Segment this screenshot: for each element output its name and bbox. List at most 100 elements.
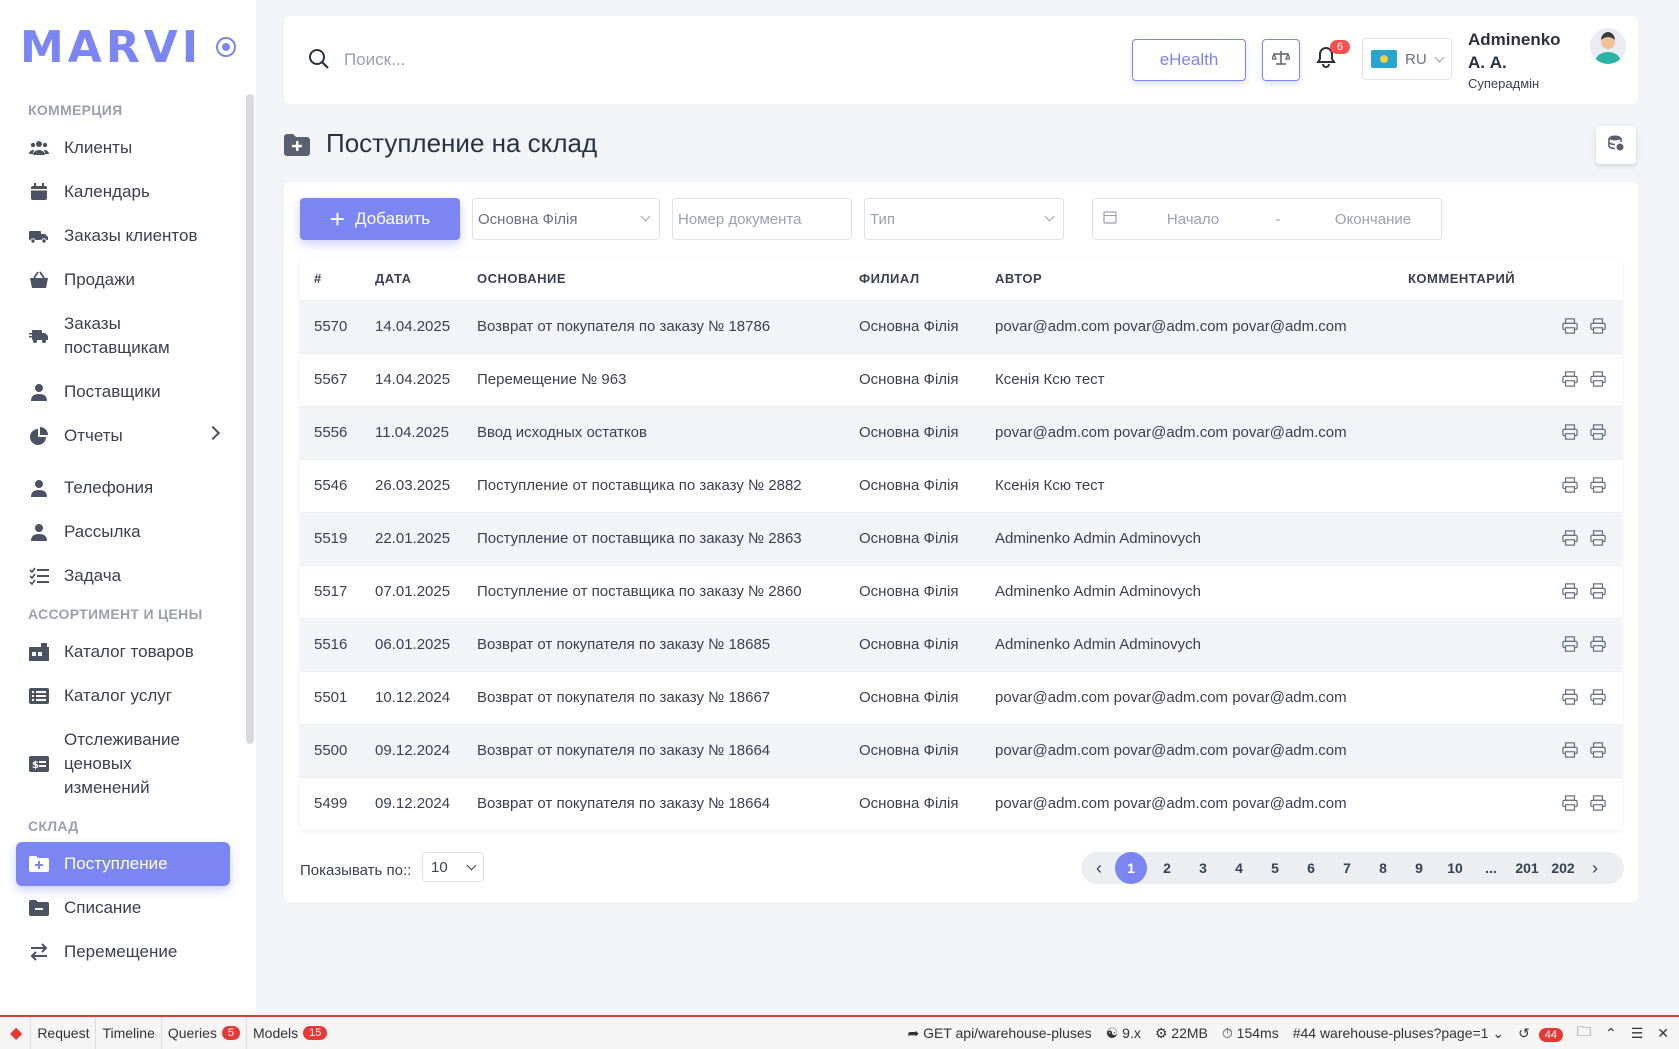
page-2[interactable]: 2 [1149, 852, 1185, 884]
print-icon[interactable] [1588, 529, 1606, 548]
calendar-icon [1103, 210, 1117, 228]
avatar[interactable] [1590, 28, 1626, 64]
type-select[interactable]: Тип [864, 198, 1064, 240]
sidebar-item-price-tracking[interactable]: $ Отслеживание ценовых изменений [0, 718, 256, 810]
sidebar-item-receipts[interactable]: Поступление [16, 842, 230, 886]
print-icon[interactable] [1588, 423, 1606, 442]
table-row[interactable]: 5556 11.04.2025 Ввод исходных остатков Осно… [300, 405, 1622, 459]
prev-page-icon[interactable]: ‹ [1085, 852, 1113, 884]
sidebar-item-clients[interactable]: Клиенты [0, 126, 256, 170]
sidebar-item-sales[interactable]: Продажи [0, 258, 256, 302]
table-row[interactable]: 5546 26.03.2025 Поступление от поставщика … [300, 458, 1622, 512]
folder-icon[interactable]: 🗀 [1577, 1021, 1591, 1045]
per-page-select[interactable]: 10 [422, 852, 484, 882]
search-input[interactable] [344, 42, 844, 78]
request-select[interactable]: #44 warehouse-pluses?page=1 ⌄ [1293, 1025, 1504, 1042]
history-button[interactable]: ↺ 44 [1518, 1025, 1563, 1042]
sidebar-item-mailing[interactable]: Рассылка [0, 510, 256, 554]
search-icon[interactable] [308, 48, 330, 75]
sidebar-item-calendar[interactable]: Календарь [0, 170, 256, 214]
print-icon[interactable] [1588, 635, 1606, 654]
page-6[interactable]: 6 [1293, 852, 1329, 884]
queries-badge: 5 [221, 1026, 241, 1040]
page-9[interactable]: 9 [1401, 852, 1437, 884]
page-8[interactable]: 8 [1365, 852, 1401, 884]
next-page-icon[interactable]: › [1581, 852, 1609, 884]
print-icon[interactable] [1588, 370, 1606, 389]
print-icon[interactable] [1588, 795, 1606, 813]
print-icon[interactable] [1560, 423, 1578, 442]
doc-number-input[interactable] [672, 198, 852, 240]
table-row[interactable]: 5517 07.01.2025 Поступление от поставщика … [300, 564, 1622, 618]
sidebar-scrollbar[interactable] [246, 94, 254, 744]
date-range-picker[interactable]: Начало - Окончание [1092, 198, 1442, 240]
print-icon[interactable] [1560, 370, 1578, 389]
language-select[interactable]: RU [1362, 38, 1452, 80]
print-icon[interactable] [1560, 635, 1578, 654]
page-7[interactable]: 7 [1329, 852, 1365, 884]
print-icon[interactable] [1560, 317, 1578, 336]
print-icon[interactable] [1560, 529, 1578, 548]
debug-tab-request[interactable]: Request [30, 1017, 95, 1049]
receipts-table: # ДАТА ОСНОВАНИЕ ФИЛИАЛ АВТОР КОММЕНТАРИ… [300, 258, 1622, 830]
sidebar-item-reports[interactable]: Отчеты [0, 414, 256, 458]
database-button[interactable] [1596, 126, 1636, 164]
models-badge: 15 [303, 1026, 328, 1040]
branch-select-value: Основна Філія [478, 210, 578, 228]
debug-tab-models[interactable]: Models 15 [246, 1017, 333, 1049]
sidebar-item-services-catalog[interactable]: Каталог услуг [0, 674, 256, 718]
brand-logo[interactable]: MARVI [20, 22, 202, 73]
page-5[interactable]: 5 [1257, 852, 1293, 884]
print-icon[interactable] [1588, 582, 1606, 601]
add-button[interactable]: + Добавить [300, 198, 460, 240]
sidebar-item-goods-catalog[interactable]: Каталог товаров [0, 630, 256, 674]
debug-tab-queries[interactable]: Queries 5 [160, 1017, 246, 1049]
table-row[interactable]: 5516 06.01.2025 Возврат от покупателя по з… [300, 617, 1622, 671]
print-icon[interactable] [1560, 476, 1578, 495]
page-10[interactable]: 10 [1437, 852, 1473, 884]
sidebar-item-transfer[interactable]: Перемещение [0, 930, 256, 974]
cell-comment [1394, 511, 1534, 565]
print-icon[interactable] [1588, 476, 1606, 495]
table-row[interactable]: 5500 09.12.2024 Возврат от покупателя по з… [300, 723, 1622, 777]
page-202[interactable]: 202 [1545, 852, 1581, 884]
print-icon[interactable] [1560, 795, 1578, 813]
sidebar-item-writeoff[interactable]: Списание [0, 886, 256, 930]
table-row[interactable]: 5499 09.12.2024 Возврат от покупателя по з… [300, 776, 1622, 830]
sidebar-toggle-icon[interactable] [216, 37, 236, 57]
print-icon[interactable] [1560, 688, 1578, 707]
sidebar-item-label: Списание [64, 898, 142, 917]
print-icon[interactable] [1588, 741, 1606, 760]
date-start[interactable]: Начало [1153, 211, 1233, 228]
table-row[interactable]: 5519 22.01.2025 Поступление от поставщика … [300, 511, 1622, 565]
page-201[interactable]: 201 [1509, 852, 1545, 884]
sidebar-item-supplier-orders[interactable]: Заказы поставщикам [0, 302, 256, 370]
sidebar-item-client-orders[interactable]: Заказы клиентов [0, 214, 256, 258]
print-icon[interactable] [1560, 582, 1578, 601]
table-row[interactable]: 5570 14.04.2025 Возврат от покупателя по з… [300, 299, 1622, 353]
print-icon[interactable] [1588, 317, 1606, 336]
user-name[interactable]: Adminenko А. А. [1468, 28, 1578, 74]
chevron-right-icon[interactable] [205, 425, 221, 441]
page-4[interactable]: 4 [1221, 852, 1257, 884]
scales-button[interactable] [1262, 39, 1300, 81]
ehealth-button[interactable]: eHealth [1132, 39, 1246, 81]
chevron-up-icon[interactable]: ⌃ [1605, 1025, 1617, 1042]
table-row[interactable]: 5567 14.04.2025 Перемещение № 963 Основна Ф… [300, 352, 1622, 406]
print-icon[interactable] [1588, 688, 1606, 707]
sidebar-item-telephony[interactable]: Телефония [0, 466, 256, 510]
cell-basis: Возврат от покупателя по заказу № 18664 [463, 723, 845, 777]
sidebar-item-suppliers[interactable]: Поставщики [0, 370, 256, 414]
sidebar-item-task[interactable]: Задача [0, 554, 256, 598]
page-3[interactable]: 3 [1185, 852, 1221, 884]
laravel-logo-icon[interactable]: ◆ [10, 1023, 22, 1043]
col-author: АВТОР [981, 258, 1394, 300]
branch-select[interactable]: Основна Філія [472, 198, 660, 240]
table-row[interactable]: 5501 10.12.2024 Возврат от покупателя по з… [300, 670, 1622, 724]
page-1[interactable]: 1 [1115, 852, 1147, 884]
debug-tab-timeline[interactable]: Timeline [95, 1017, 160, 1049]
settings-icon[interactable]: ☰ [1631, 1025, 1644, 1042]
date-end[interactable]: Окончание [1323, 211, 1423, 228]
close-icon[interactable]: ✕ [1657, 1025, 1669, 1042]
print-icon[interactable] [1560, 741, 1578, 760]
